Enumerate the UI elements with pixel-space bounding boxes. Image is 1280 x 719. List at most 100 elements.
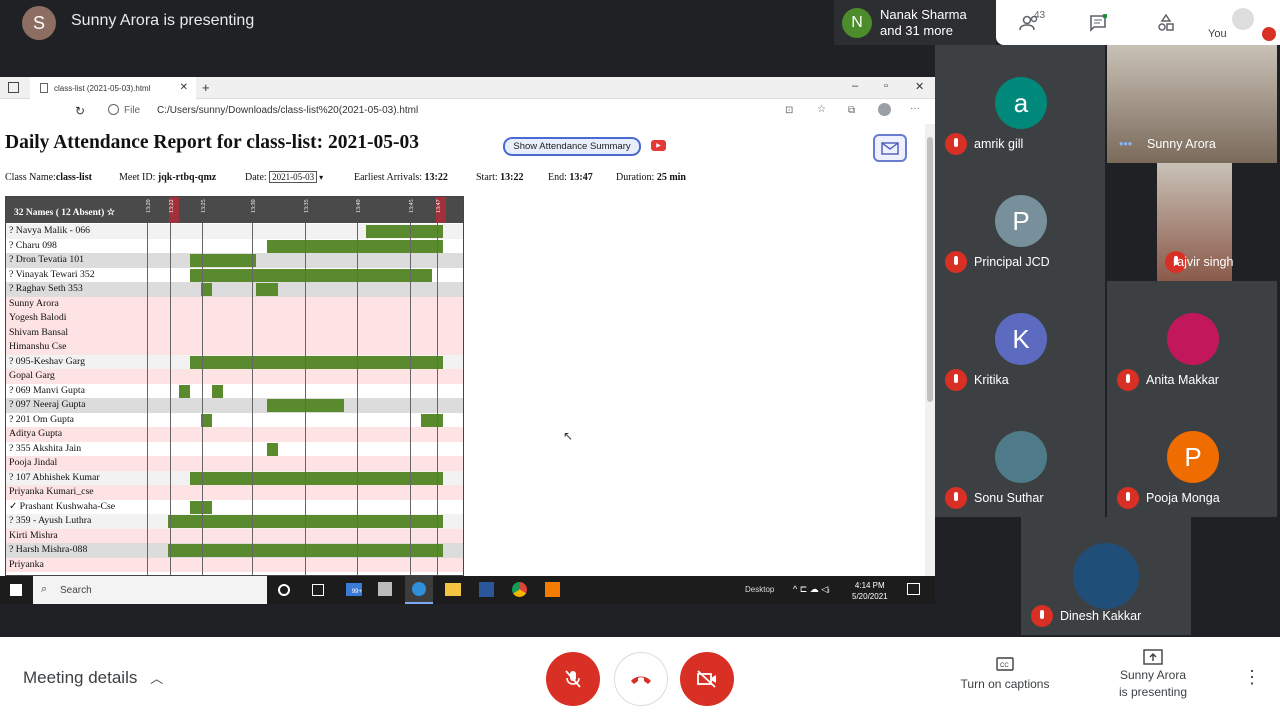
participant-chip[interactable]: N Nanak Sharma and 31 more (834, 0, 996, 45)
profile-icon[interactable] (878, 103, 891, 116)
more-icon[interactable]: ··· (910, 103, 920, 114)
page-scroll-thumb[interactable] (927, 137, 933, 402)
time-tick-label: 13:22 (169, 197, 179, 223)
participant-tile[interactable]: rajvir singh (1157, 163, 1234, 281)
student-name: ✓ Prashant Kushwaha-Cse (9, 500, 116, 512)
participant-name: rajvir singh (1173, 255, 1234, 269)
grid-line (305, 223, 306, 575)
participant-tile[interactable]: Dinesh Kakkar (1021, 517, 1191, 635)
student-name: ? Vinayak Tewari 352 (9, 268, 95, 280)
duration: Duration: 25 min (616, 172, 686, 183)
attendance-row: ? 069 Manvi Gupta (6, 383, 463, 398)
participant-tile[interactable]: P Pooja Monga (1107, 399, 1277, 517)
participant-name: Dinesh Kakkar (1060, 609, 1142, 623)
info-icon[interactable] (108, 104, 119, 115)
student-name: Himanshu Cse (9, 341, 67, 352)
mail-app-icon[interactable]: 99+ (346, 583, 362, 596)
taskbar-clock[interactable]: 4:14 PM 5/20/2021 (852, 580, 888, 602)
meeting-details-button[interactable]: Meeting details ︿ (23, 668, 163, 688)
top-right-controls: 43 You (996, 0, 1280, 45)
mic-off-icon (1031, 605, 1053, 627)
attendance-row: Priyanka Kumari_cse (6, 485, 463, 500)
activities-button[interactable] (1132, 0, 1200, 45)
edge-taskbar-button[interactable] (405, 576, 433, 604)
desktop-toolbar[interactable]: Desktop (745, 585, 774, 594)
favorites-icon[interactable]: ☆ (817, 104, 826, 115)
system-tray-icons[interactable]: ^ ⊏ ☁ ◁ᵢ (793, 584, 830, 595)
presence-segment (366, 225, 443, 238)
participant-tile[interactable]: Anita Makkar (1107, 281, 1277, 399)
presence-segment (179, 384, 190, 398)
read-aloud-icon[interactable]: ⊡ (785, 105, 793, 116)
task-view-icon[interactable] (312, 584, 324, 596)
tab-actions-icon[interactable] (8, 82, 19, 93)
student-name: ? 107 Abhishek Kumar (9, 471, 100, 483)
new-tab-button[interactable]: + (202, 80, 210, 95)
close-icon[interactable]: ✕ (180, 82, 188, 93)
attendance-row: ? Dron Tevatia 101 (6, 253, 463, 268)
attendance-row: ? Harsh Mishra-088 (6, 543, 463, 558)
participant-tile[interactable]: a amrik gill (935, 45, 1105, 163)
reload-icon[interactable]: ↻ (75, 104, 85, 118)
presenting-name: Sunny Arora (1119, 668, 1187, 682)
more-options-icon[interactable]: ⋮ (1243, 667, 1261, 688)
self-avatar (1232, 8, 1254, 30)
notes-app-icon[interactable] (545, 582, 560, 597)
participant-tile[interactable]: Sonu Suthar (935, 399, 1105, 517)
student-name: Gopal Garg (9, 370, 55, 381)
names-header[interactable]: 32 Names ( 12 Absent) ☆ (14, 207, 115, 218)
mic-off-icon (1117, 369, 1139, 391)
presenting-button[interactable]: Sunny Arora is presenting (1105, 649, 1201, 701)
attendance-row: Yogesh Balodi (6, 311, 463, 326)
edge-icon (412, 582, 426, 596)
taskbar-search[interactable]: ⌕ Search (33, 576, 267, 604)
student-name: ? Navya Malik - 066 (9, 225, 91, 236)
url-field[interactable]: C:/Users/sunny/Downloads/class-list%20(2… (157, 105, 418, 116)
participant-tile[interactable]: ••• Sunny Arora (1107, 45, 1277, 163)
captions-button[interactable]: CC Turn on captions (955, 657, 1055, 691)
present-screen-icon (1143, 649, 1163, 665)
notifications-icon[interactable] (907, 583, 920, 595)
student-name: ? Dron Tevatia 101 (9, 254, 85, 265)
mic-off-icon (565, 670, 581, 688)
presence-segment (190, 500, 212, 514)
attendance-row: ? 107 Abhishek Kumar (6, 470, 463, 485)
minimize-icon[interactable]: – (852, 80, 858, 92)
self-view[interactable]: You (1200, 0, 1280, 45)
mail-button[interactable] (873, 134, 907, 162)
participant-name: Pooja Monga (1146, 491, 1220, 505)
collections-icon[interactable]: ⧉ (848, 105, 855, 116)
time-tick-label: 13:47 (436, 197, 446, 223)
report-page: Daily Attendance Report for class-list: … (0, 124, 925, 576)
file-label: File (124, 105, 141, 116)
leave-call-button[interactable] (614, 652, 668, 706)
address-bar: ↻ File C:/Users/sunny/Downloads/class-li… (0, 99, 935, 124)
grid-line (252, 223, 253, 575)
mic-toggle-button[interactable] (546, 652, 600, 706)
shared-screen: class-list (2021-05-03).html ✕ + – ▫ ✕ ↻… (0, 77, 935, 604)
youtube-icon[interactable]: ▶ (651, 140, 666, 151)
chat-button[interactable] (1064, 0, 1132, 45)
restore-icon[interactable]: ▫ (884, 80, 888, 92)
word-icon[interactable] (479, 582, 494, 597)
browser-tab[interactable]: class-list (2021-05-03).html ✕ (30, 77, 196, 99)
student-name: ? 201 Om Gupta (9, 413, 75, 425)
participant-tile[interactable]: K Kritika (935, 281, 1105, 399)
participant-tile[interactable]: P Principal JCD (935, 163, 1105, 281)
participant-avatar: P (995, 195, 1047, 247)
report-title: Daily Attendance Report for class-list: … (5, 132, 419, 153)
windows-start-icon[interactable] (10, 584, 22, 596)
window-close-icon[interactable]: ✕ (915, 80, 924, 93)
time-tick-label: 13:25 (201, 199, 207, 213)
student-name: Sunny Arora (9, 297, 59, 309)
attendance-summary-button[interactable]: Show Attendance Summary (503, 137, 641, 156)
file-explorer-icon[interactable] (445, 583, 461, 596)
store-icon[interactable] (378, 582, 392, 596)
attendance-row: Shivam Bansal (6, 325, 463, 340)
camera-toggle-button[interactable] (680, 652, 734, 706)
chrome-icon[interactable] (512, 582, 527, 597)
people-button[interactable]: 43 (996, 0, 1064, 45)
cortana-icon[interactable] (278, 584, 290, 596)
presenter-avatar: S (22, 6, 56, 40)
date-select[interactable]: 2021-05-03 (269, 171, 318, 183)
